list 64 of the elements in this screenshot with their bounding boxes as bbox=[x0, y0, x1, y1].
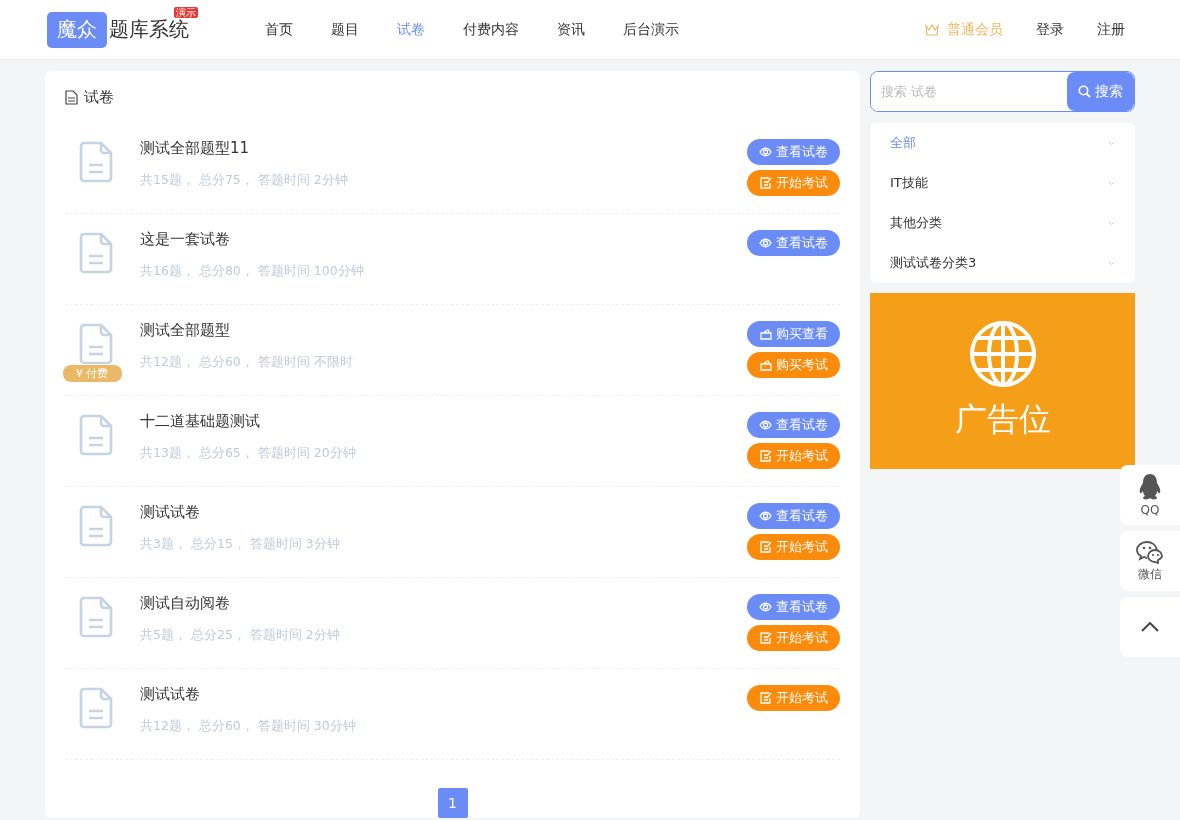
paper-title[interactable]: 这是一套试卷 bbox=[140, 230, 747, 249]
chevron-up-icon bbox=[1141, 622, 1159, 632]
tool-label: QQ bbox=[1140, 503, 1160, 517]
back-to-top-button[interactable] bbox=[1120, 597, 1180, 657]
paper-meta: 共15题， 总分75， 答题时间 2分钟 bbox=[140, 172, 349, 189]
paper-meta: 共13题， 总分65， 答题时间 20分钟 bbox=[140, 445, 357, 462]
paper-title[interactable]: 测试试卷 bbox=[140, 503, 747, 522]
edit-icon bbox=[759, 177, 772, 189]
chevron-down-icon bbox=[1108, 220, 1115, 226]
chevron-down-icon bbox=[1108, 140, 1115, 146]
chevron-down-icon bbox=[1108, 260, 1115, 266]
eye-icon bbox=[759, 602, 772, 612]
edit-icon bbox=[759, 541, 772, 553]
document-icon bbox=[78, 141, 113, 183]
crown-icon bbox=[925, 23, 939, 36]
penguin-icon bbox=[1138, 473, 1162, 501]
tool-label: 微信 bbox=[1138, 565, 1162, 583]
document-icon bbox=[78, 414, 113, 456]
nav-link[interactable]: 资讯 bbox=[557, 20, 585, 39]
paper-meta: 共12题， 总分60， 答题时间 30分钟 bbox=[140, 718, 357, 735]
category-item[interactable]: 其他分类 bbox=[870, 203, 1135, 243]
paper-title[interactable]: 测试全部题型 bbox=[140, 321, 747, 340]
document-icon bbox=[78, 687, 113, 729]
register-link[interactable]: 注册 bbox=[1097, 20, 1125, 39]
logo-text[interactable]: 题库系统 bbox=[109, 16, 189, 43]
nav-link[interactable]: 题目 bbox=[331, 20, 359, 39]
eye-icon bbox=[759, 147, 772, 157]
eye-icon bbox=[759, 238, 772, 248]
nav-link[interactable]: 后台演示 bbox=[623, 20, 679, 39]
document-icon bbox=[78, 323, 113, 365]
nav-link[interactable]: 首页 bbox=[265, 20, 293, 39]
globe-icon bbox=[968, 320, 1037, 388]
category-item[interactable]: 测试试卷分类3 bbox=[870, 243, 1135, 283]
document-icon bbox=[78, 505, 113, 547]
chevron-down-icon bbox=[1108, 180, 1115, 186]
wallet-icon bbox=[759, 359, 772, 371]
nav-link[interactable]: 付费内容 bbox=[463, 20, 519, 39]
qq-button[interactable]: QQ bbox=[1120, 465, 1180, 525]
eye-icon bbox=[759, 420, 772, 430]
paper-title[interactable]: 测试试卷 bbox=[140, 685, 747, 704]
paper-title[interactable]: 测试自动阅卷 bbox=[140, 594, 747, 613]
wallet-icon bbox=[759, 328, 772, 340]
category-item[interactable]: IT技能 bbox=[870, 163, 1135, 203]
search-icon bbox=[1078, 85, 1091, 98]
edit-icon bbox=[759, 692, 772, 704]
edit-icon bbox=[759, 632, 772, 644]
paper-meta: 共16题， 总分80， 答题时间 100分钟 bbox=[140, 263, 365, 280]
paper-meta: 共5题， 总分25， 答题时间 2分钟 bbox=[140, 627, 341, 644]
paper-meta: 共3题， 总分15， 答题时间 3分钟 bbox=[140, 536, 341, 553]
document-icon bbox=[65, 89, 78, 105]
document-icon bbox=[78, 596, 113, 638]
eye-icon bbox=[759, 511, 772, 521]
paper-meta: 共12题， 总分60， 答题时间 不限时 bbox=[140, 354, 354, 371]
paper-title[interactable]: 十二道基础题测试 bbox=[140, 412, 747, 431]
paid-badge: ¥ 付费 bbox=[63, 365, 122, 382]
chat-bubbles-icon bbox=[1136, 539, 1164, 564]
panel-title: 试卷 bbox=[84, 87, 114, 107]
wechat-button[interactable]: 微信 bbox=[1120, 531, 1180, 591]
document-icon bbox=[78, 232, 113, 274]
login-link[interactable]: 登录 bbox=[1036, 20, 1064, 39]
edit-icon bbox=[759, 450, 772, 462]
paper-title[interactable]: 测试全部题型11 bbox=[140, 139, 747, 158]
demo-badge: 演示 bbox=[174, 6, 198, 18]
ad-text: 广告位 bbox=[954, 399, 1051, 440]
